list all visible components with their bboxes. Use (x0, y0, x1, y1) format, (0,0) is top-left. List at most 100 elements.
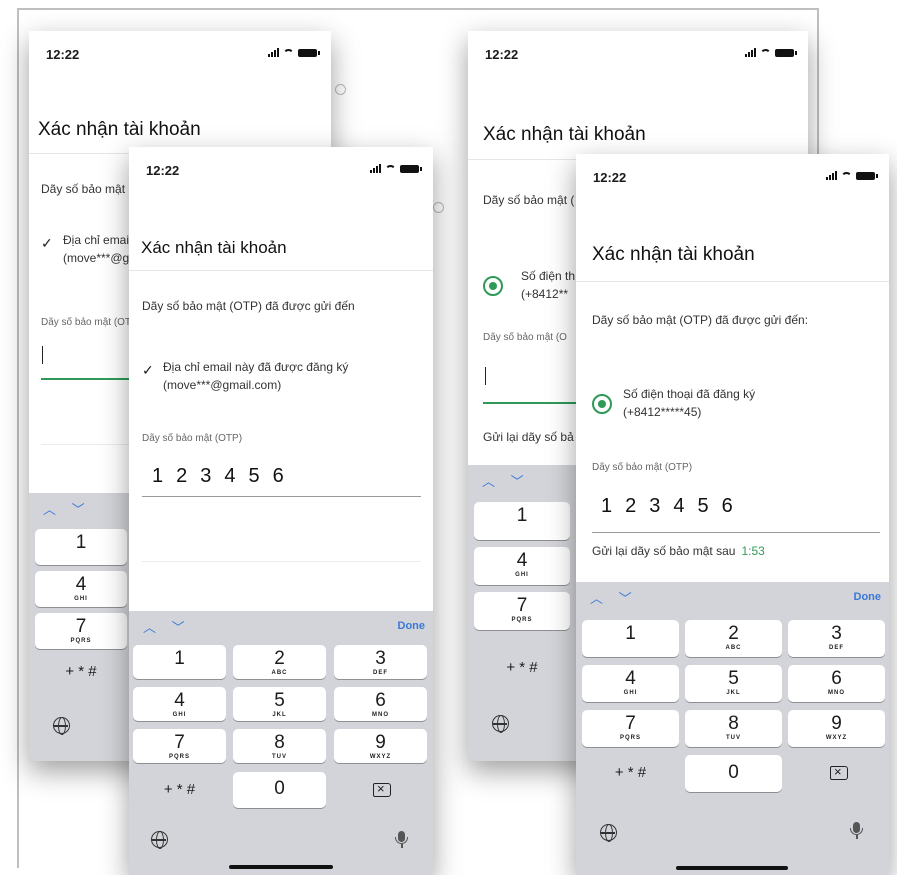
key-8[interactable]: 8 TUV (685, 710, 782, 747)
backspace-icon[interactable] (373, 781, 391, 797)
email-line-1: Địa chỉ email này đã được đăng ký (163, 360, 349, 374)
key-4[interactable]: 4 GHI (133, 687, 226, 721)
key-4[interactable]: 4 GHI (35, 571, 127, 607)
done-button[interactable]: Done (398, 620, 426, 632)
key-4[interactable]: 4 GHI (582, 665, 679, 702)
field-nav-arrows[interactable]: ︿ ﹀ (143, 617, 191, 636)
key-8[interactable]: 8 TUV (233, 729, 326, 763)
resend-label: Gửi lại dãy số bảo mật sau (592, 544, 736, 558)
key-2[interactable]: 2 ABC (685, 620, 782, 657)
symbols-key[interactable]: + * # (35, 663, 127, 680)
status-icons (745, 48, 797, 57)
microphone-icon[interactable] (395, 831, 408, 848)
key-4[interactable]: 4 GHI (474, 547, 570, 585)
key-5[interactable]: 5 JKL (233, 687, 326, 721)
key-7[interactable]: 7 PQRS (35, 613, 127, 649)
email-destination: Địa chỉ email này đã được đăng ký (move*… (163, 358, 348, 394)
resend-timer: 1:53 (741, 544, 765, 558)
phone-line-2: (+8412*****45) (623, 405, 702, 419)
key-6[interactable]: 6 MNO (788, 665, 885, 702)
wifi-icon (760, 48, 771, 57)
globe-icon[interactable] (492, 715, 509, 733)
key-7[interactable]: 7 PQRS (474, 592, 570, 630)
globe-icon[interactable] (600, 824, 617, 842)
signal-icon (745, 48, 756, 57)
status-icons (268, 48, 320, 57)
signal-icon (370, 164, 381, 173)
status-bar: 12:22 (129, 147, 433, 183)
otp-sent-text: Dãy số bảo mật (OTP) đã được gửi đến: (592, 313, 809, 327)
signal-icon (268, 48, 279, 57)
symbols-key[interactable]: + * # (133, 781, 226, 798)
key-2[interactable]: 2 ABC (233, 645, 326, 679)
status-bar: 12:22 (468, 31, 808, 67)
status-bar: 12:22 (29, 31, 331, 67)
key-9[interactable]: 9 WXYZ (334, 729, 427, 763)
key-1[interactable]: 1 (474, 502, 570, 540)
key-1[interactable]: 1 (582, 620, 679, 657)
key-5[interactable]: 5 JKL (685, 665, 782, 702)
done-button[interactable]: Done (854, 591, 882, 603)
key-1[interactable]: 1 (133, 645, 226, 679)
radio-selected-icon[interactable] (592, 394, 612, 414)
key-0[interactable]: 0 (233, 772, 326, 808)
status-bar: 12:22 (576, 154, 889, 190)
title-divider (576, 281, 889, 282)
resend-text: Gửi lại dãy số bả (483, 430, 574, 444)
decor-circle (335, 84, 346, 95)
page-title: Xác nhận tài khoản (141, 238, 287, 257)
globe-icon[interactable] (53, 717, 70, 735)
check-icon: ✓ (41, 235, 53, 251)
email-destination: Địa chỉ emai (move***@g (63, 231, 129, 267)
keyboard-toolbar: ︿ ﹀ Done (576, 582, 889, 614)
status-time: 12:22 (46, 47, 80, 62)
decor-circle (433, 202, 444, 213)
key-3[interactable]: 3 DEF (788, 620, 885, 657)
otp-label: Dãy số bảo mật (OTP) (142, 433, 243, 444)
globe-icon[interactable] (151, 831, 168, 849)
battery-icon (775, 48, 797, 57)
home-indicator (229, 865, 333, 869)
field-nav-arrows[interactable]: ︿ ﹀ (482, 471, 530, 490)
battery-icon (400, 164, 422, 173)
symbols-key[interactable]: + * # (582, 764, 679, 781)
key-9[interactable]: 9 WXYZ (788, 710, 885, 747)
email-line-1: Địa chỉ emai (63, 233, 130, 247)
phone-line-1: Số điện th (521, 269, 576, 283)
phone-line-2: (+8412** (521, 287, 569, 301)
otp-label: Dãy số bảo mật (OT (41, 317, 132, 328)
email-line-2: (move***@gmail.com) (163, 378, 282, 392)
otp-label: Dãy số bảo mật (OTP) (592, 462, 693, 473)
battery-icon (856, 171, 878, 180)
status-icons (826, 171, 878, 180)
email-line-2: (move***@g (63, 251, 130, 265)
otp-input-underline (142, 496, 421, 497)
key-6[interactable]: 6 MNO (334, 687, 427, 721)
microphone-icon[interactable] (850, 822, 863, 839)
numeric-keyboard: 1 2 ABC 3 DEF 4 GHI 5 JKL 6 MNO 7 PQRS 8 TUV 9W… (576, 614, 889, 875)
home-indicator (676, 866, 788, 870)
phone-line-1: Số điện thoại đã đăng ký (623, 387, 756, 401)
field-nav-arrows[interactable]: ︿ ﹀ (590, 588, 638, 607)
radio-selected-icon[interactable] (483, 276, 503, 296)
key-3[interactable]: 3 DEF (334, 645, 427, 679)
key-0[interactable]: 0 (685, 755, 782, 792)
page-title: Xác nhận tài khoản (592, 244, 755, 265)
text-cursor (485, 367, 486, 385)
backspace-icon[interactable] (830, 764, 848, 780)
status-time: 12:22 (146, 163, 180, 178)
symbols-key[interactable]: + * # (474, 659, 570, 676)
phone-destination: Số điện th (+8412** (521, 267, 575, 303)
otp-input[interactable]: 123456 (152, 465, 297, 488)
otp-input[interactable]: 123456 (601, 495, 746, 518)
key-7[interactable]: 7 PQRS (582, 710, 679, 747)
otp-sent-text: Dãy số bảo mật (OTP) đã được gửi đến (142, 299, 355, 313)
status-icons (370, 164, 422, 173)
section-divider (142, 561, 421, 562)
field-nav-arrows[interactable]: ︿ ﹀ (43, 499, 91, 518)
keyboard-toolbar: ︿ ﹀ Done (129, 611, 433, 643)
key-1[interactable]: 1 (35, 529, 127, 565)
otp-sent-text: Dãy số bảo mật ( (41, 182, 133, 196)
key-7[interactable]: 7 PQRS (133, 729, 226, 763)
otp-label: Dãy số bảo mật (O (483, 332, 567, 343)
